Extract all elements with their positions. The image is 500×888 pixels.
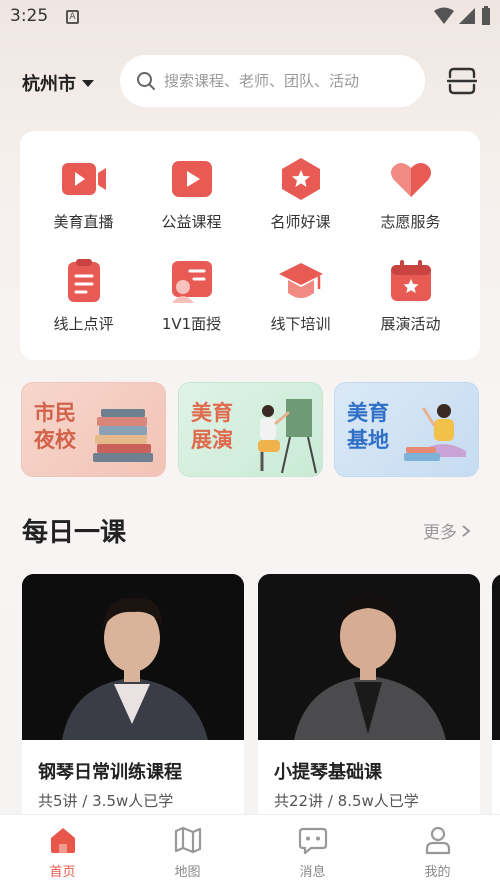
banner-aesthetic-performance[interactable]: 美育 展演 bbox=[178, 382, 323, 477]
menu-item-label: 1V1面授 bbox=[161, 315, 222, 333]
tab-label: 首页 bbox=[49, 865, 76, 880]
course-cover-image bbox=[258, 574, 480, 740]
menu-item-famous-teacher[interactable]: 名师好课 bbox=[243, 155, 358, 232]
banner-title: 美育 基地 bbox=[347, 401, 389, 452]
chevron-right-icon bbox=[462, 524, 471, 537]
message-icon bbox=[298, 827, 327, 855]
calendar-star-icon bbox=[390, 260, 431, 301]
search-icon bbox=[137, 72, 155, 90]
banner-citizen-night-school[interactable]: 市民 夜校 bbox=[21, 382, 166, 477]
banner-title: 美育 展演 bbox=[191, 401, 233, 452]
more-link[interactable]: 更多 bbox=[423, 518, 471, 543]
battery-icon bbox=[482, 6, 490, 25]
tab-label: 消息 bbox=[299, 865, 326, 880]
graduation-cap-icon bbox=[278, 263, 323, 298]
menu-item-offline-training[interactable]: 线下培训 bbox=[243, 257, 358, 334]
home-icon bbox=[50, 828, 75, 853]
map-icon bbox=[174, 826, 201, 854]
feature-menu-card: 美育直播 公益课程 名师好课 志愿服务 线上点评 1V1面授 线下培训 展演活动 bbox=[20, 131, 480, 360]
wifi-icon bbox=[434, 7, 454, 24]
bottom-tab-bar: 首页 地图 消息 我的 bbox=[0, 814, 500, 888]
user-icon bbox=[425, 826, 450, 855]
menu-item-label: 名师好课 bbox=[270, 213, 331, 231]
play-icon bbox=[171, 161, 212, 197]
course-card[interactable]: 钢琴日常训练课程 共5讲 / 3.5w人已学 bbox=[22, 574, 244, 824]
tab-messages[interactable]: 消息 bbox=[250, 825, 375, 880]
banner-aesthetic-base[interactable]: 美育 基地 bbox=[334, 382, 479, 477]
tab-map[interactable]: 地图 bbox=[125, 825, 250, 880]
tab-label: 地图 bbox=[174, 865, 201, 880]
cell-signal-icon bbox=[459, 8, 475, 24]
city-selector[interactable]: 杭州市 bbox=[22, 70, 94, 96]
menu-item-label: 展演活动 bbox=[380, 315, 441, 333]
city-label: 杭州市 bbox=[22, 74, 76, 95]
search-input[interactable] bbox=[164, 72, 404, 90]
menu-item-volunteer[interactable]: 志愿服务 bbox=[353, 155, 468, 232]
course-cover-image bbox=[22, 574, 244, 740]
banner-title: 市民 夜校 bbox=[34, 401, 76, 452]
menu-item-online-review[interactable]: 线上点评 bbox=[26, 257, 141, 334]
menu-item-label: 线上点评 bbox=[53, 315, 114, 333]
clipboard-icon bbox=[67, 259, 100, 302]
tab-home[interactable]: 首页 bbox=[0, 825, 125, 880]
presenter-illustration bbox=[258, 399, 317, 474]
heart-icon bbox=[390, 162, 431, 197]
course-card[interactable]: 小提琴基础课 共22讲 / 8.5w人已学 bbox=[258, 574, 480, 824]
menu-item-performance[interactable]: 展演活动 bbox=[353, 257, 468, 334]
live-video-icon bbox=[61, 163, 106, 195]
course-title: 小提琴基础课 bbox=[274, 762, 382, 783]
course-cover-image bbox=[492, 574, 500, 740]
menu-item-label: 公益课程 bbox=[161, 213, 222, 231]
menu-item-live[interactable]: 美育直播 bbox=[26, 155, 141, 232]
status-time: 3:25 bbox=[10, 6, 49, 26]
course-title: 钢琴日常训练课程 bbox=[38, 762, 182, 783]
star-badge-icon bbox=[281, 158, 320, 200]
one-on-one-icon bbox=[171, 261, 212, 303]
course-meta: 共5讲 / 3.5w人已学 bbox=[38, 792, 174, 810]
menu-item-label: 线下培训 bbox=[270, 315, 331, 333]
menu-item-one-on-one[interactable]: 1V1面授 bbox=[134, 257, 249, 334]
status-bar: 3:25 A bbox=[0, 0, 500, 36]
books-illustration bbox=[93, 409, 153, 462]
scan-icon[interactable] bbox=[447, 66, 477, 96]
tab-profile[interactable]: 我的 bbox=[375, 825, 500, 880]
course-meta: 共22讲 / 8.5w人已学 bbox=[274, 792, 419, 810]
section-title-daily-lesson: 每日一课 bbox=[22, 518, 127, 548]
chevron-down-icon bbox=[82, 79, 94, 87]
reader-illustration bbox=[404, 404, 466, 461]
course-card-partial[interactable] bbox=[492, 574, 500, 824]
menu-item-label: 志愿服务 bbox=[380, 213, 441, 231]
menu-item-public-course[interactable]: 公益课程 bbox=[134, 155, 249, 232]
status-icons bbox=[434, 6, 492, 26]
menu-item-label: 美育直播 bbox=[53, 213, 114, 231]
tab-label: 我的 bbox=[424, 865, 451, 880]
search-bar[interactable] bbox=[120, 55, 425, 107]
notification-icon: A bbox=[66, 10, 79, 24]
